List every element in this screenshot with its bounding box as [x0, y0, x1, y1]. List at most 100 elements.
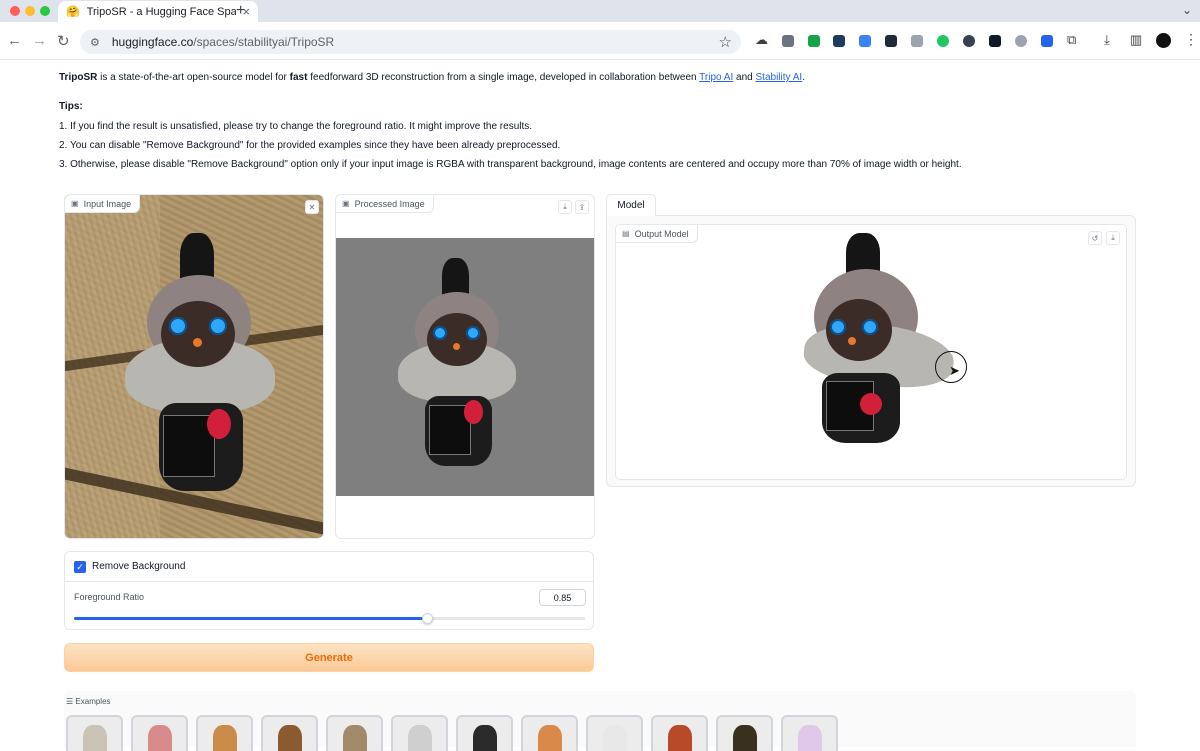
robot-3d-model: [801, 233, 957, 443]
examples-label-text: Examples: [75, 697, 111, 706]
browser-menu-icon[interactable]: ⋮: [1184, 31, 1198, 48]
tab-search-chevron-icon[interactable]: ⌄: [1182, 3, 1192, 17]
download-icon[interactable]: ⤓: [558, 200, 572, 214]
tip-1: 1. If you find the result is unsatisfied…: [59, 121, 533, 132]
robot-figure-processed: [398, 258, 516, 468]
back-button[interactable]: ←: [7, 32, 22, 49]
example-object: [797, 725, 822, 751]
processed-image-panel: ▣ Processed Image ⤓ ⇪: [335, 194, 595, 539]
stability-ai-link[interactable]: Stability AI: [756, 72, 803, 83]
example-object: [732, 725, 757, 751]
example-object: [82, 725, 107, 751]
tab-title: TripoSR - a Hugging Face Space: [86, 5, 237, 18]
example-thumbnail[interactable]: [326, 715, 383, 751]
examples-gallery: [66, 715, 838, 751]
example-object: [472, 725, 497, 751]
pen-extension-icon[interactable]: [833, 35, 845, 47]
remove-background-label[interactable]: Remove Background: [92, 561, 185, 572]
intro-text-d: .: [802, 72, 805, 83]
intro-paragraph: TripoSR is a state-of-the-art open-sourc…: [59, 72, 805, 83]
address-bar[interactable]: ⚙ huggingface.co/spaces/stabilityai/Trip…: [80, 30, 741, 54]
share-extension-icon[interactable]: [859, 35, 871, 47]
example-object: [277, 725, 302, 751]
quote-extension-icon[interactable]: [937, 35, 949, 47]
settings-divider: [65, 581, 593, 582]
globe-extension-icon[interactable]: [1015, 35, 1027, 47]
example-object: [342, 725, 367, 751]
example-thumbnail[interactable]: [781, 715, 838, 751]
record-extension-icon[interactable]: [963, 35, 975, 47]
site-info-icon[interactable]: ⚙: [90, 36, 100, 49]
reset-view-icon[interactable]: ↺: [1088, 231, 1102, 245]
examples-label: ☰ Examples: [66, 697, 111, 706]
green-extension-icon[interactable]: [808, 35, 820, 47]
maximize-window-button[interactable]: [40, 6, 50, 16]
example-object: [212, 725, 237, 751]
example-thumbnail[interactable]: [66, 715, 123, 751]
processed-image-label: ▣ Processed Image: [336, 195, 434, 213]
clear-image-close-icon[interactable]: ✕: [305, 200, 319, 214]
page-content: TripoSR is a state-of-the-art open-sourc…: [0, 60, 1200, 751]
tripo-ai-link[interactable]: Tripo AI: [699, 72, 733, 83]
document-extension-icon[interactable]: [782, 35, 794, 47]
close-window-button[interactable]: [10, 6, 20, 16]
screenshot-extension-icon[interactable]: [1041, 35, 1053, 47]
new-tab-button[interactable]: +: [236, 2, 245, 20]
download-icon[interactable]: ⤓: [1104, 32, 1110, 48]
intro-text-a: is a state-of-the-art open-source model …: [97, 72, 290, 83]
example-thumbnail[interactable]: [196, 715, 253, 751]
example-thumbnail[interactable]: [586, 715, 643, 751]
remove-background-checkbox[interactable]: ✓: [74, 561, 86, 573]
example-thumbnail[interactable]: [391, 715, 448, 751]
processed-image-label-text: Processed Image: [354, 198, 425, 209]
output-model-viewer[interactable]: ▤ Output Model ↺ ⤓: [615, 224, 1127, 480]
input-image-panel[interactable]: ▣ Input Image ✕: [64, 194, 324, 539]
example-object: [537, 725, 562, 751]
sidebar-toggle-icon[interactable]: ▥: [1130, 32, 1142, 48]
model-output-area: ▤ Output Model ↺ ⤓: [606, 215, 1136, 487]
profile-avatar[interactable]: [1156, 33, 1171, 48]
example-object: [147, 725, 172, 751]
tip-2: 2. You can disable "Remove Background" f…: [59, 140, 561, 151]
tab-model[interactable]: Model: [606, 194, 656, 216]
browser-toolbar: ← → ↻ ⚙ huggingface.co/spaces/stabilitya…: [0, 22, 1200, 60]
mouse-pointer-icon: ➤: [949, 363, 960, 378]
image-icon: ▣: [342, 199, 350, 208]
cloud-extension-icon[interactable]: ☁: [755, 32, 768, 48]
example-object: [667, 725, 692, 751]
settings-panel: ✓ Remove Background Foreground Ratio 0.8…: [64, 551, 594, 630]
tips-heading: Tips:: [59, 101, 83, 112]
minimize-window-button[interactable]: [25, 6, 35, 16]
example-thumbnail[interactable]: [716, 715, 773, 751]
slider-thumb[interactable]: [421, 613, 433, 624]
example-thumbnail[interactable]: [456, 715, 513, 751]
example-thumbnail[interactable]: [651, 715, 708, 751]
browser-tab-bar: 🤗 TripoSR - a Hugging Face Space × + ⌄: [0, 0, 1200, 22]
url-path: /spaces/stabilityai/TripoSR: [193, 35, 335, 49]
generate-button[interactable]: Generate: [64, 643, 594, 672]
slider-fill: [74, 617, 427, 620]
browser-tab[interactable]: 🤗 TripoSR - a Hugging Face Space ×: [58, 1, 258, 22]
reader-extension-icon[interactable]: [989, 35, 1001, 47]
intro-text-b: feedforward 3D reconstruction from a sin…: [307, 72, 700, 83]
download-model-icon[interactable]: ⤓: [1106, 231, 1120, 245]
input-photo: [65, 195, 323, 538]
hexagon-extension-icon[interactable]: [885, 35, 897, 47]
foreground-ratio-slider[interactable]: [74, 613, 585, 624]
list-icon: ☰: [66, 697, 76, 706]
puzzle-extensions-icon[interactable]: ⧉: [1067, 32, 1076, 48]
examples-section: ☰ Examples: [64, 691, 1136, 751]
intro-bold: fast: [289, 72, 308, 83]
example-object: [602, 725, 627, 751]
robot-figure-input: [125, 233, 275, 493]
tip-3: 3. Otherwise, please disable "Remove Bac…: [59, 159, 962, 170]
foreground-ratio-input[interactable]: 0.85: [539, 589, 586, 606]
example-thumbnail[interactable]: [131, 715, 188, 751]
share-icon[interactable]: ⇪: [575, 200, 589, 214]
example-thumbnail[interactable]: [261, 715, 318, 751]
bookmark-star-icon[interactable]: ☆: [719, 33, 732, 51]
forward-button[interactable]: →: [32, 32, 47, 49]
sketch-extension-icon[interactable]: [911, 35, 923, 47]
example-thumbnail[interactable]: [521, 715, 578, 751]
reload-button[interactable]: ↻: [57, 32, 70, 50]
